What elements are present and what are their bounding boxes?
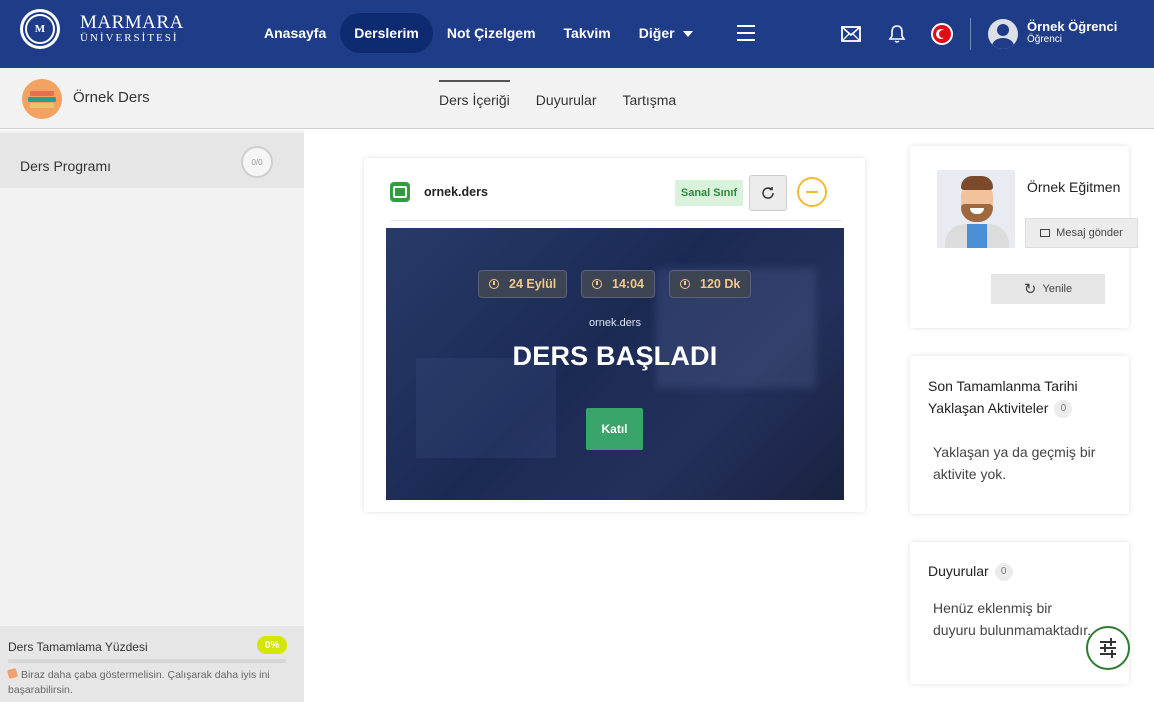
clock-icon <box>592 279 602 289</box>
session-date-chip: 24 Eylül <box>478 270 568 298</box>
completion-message: Biraz daha çaba göstermelisin. Çalışarak… <box>6 667 293 698</box>
refresh-icon: ↻ <box>1023 281 1037 298</box>
message-icon <box>1040 229 1051 237</box>
announcements-empty-line1: Henüz eklenmiş bir <box>933 600 1053 616</box>
main-nav: Anasayfa Derslerim Not Çizelgem Takvim D… <box>250 13 707 53</box>
activities-title: Son Tamamlanma Tarihi Yaklaşan Aktivitel… <box>928 375 1118 419</box>
refresh-button[interactable] <box>749 175 787 211</box>
university-logo[interactable]: M <box>20 9 60 49</box>
caret-down-icon <box>682 31 693 38</box>
completion-label: Ders Tamamlama Yüzdesi <box>8 640 148 654</box>
brand-subtitle: ÜNİVERSİTESİ <box>80 32 179 44</box>
collapse-button[interactable] <box>797 177 827 207</box>
send-message-button[interactable]: Mesaj gönder <box>1025 218 1138 248</box>
completion-percent-badge: 0% <box>257 636 287 654</box>
course-program-progress: 0/0 <box>241 146 273 178</box>
mail-icon[interactable] <box>839 22 863 46</box>
session-date: 24 Eylül <box>509 277 557 291</box>
bell-icon[interactable] <box>885 22 909 46</box>
menu-icon[interactable] <box>737 25 755 41</box>
renew-label: Yenile <box>1042 283 1073 295</box>
logo-emblem-icon: M <box>25 14 55 44</box>
session-subtitle: ornek.ders <box>589 317 641 329</box>
renew-button[interactable]: ↻ Yenile <box>991 274 1105 304</box>
announcements-title-text: Duyurular <box>928 563 989 579</box>
hand-icon <box>6 667 19 680</box>
tab-duyurular[interactable]: Duyurular <box>523 80 610 118</box>
user-avatar-icon[interactable] <box>988 19 1018 49</box>
card-divider <box>390 220 842 221</box>
settings-sliders-button[interactable] <box>1086 626 1130 670</box>
nav-diger-dropdown[interactable]: Diğer <box>625 13 707 53</box>
announcements-title: Duyurular 0 <box>928 563 1013 582</box>
course-program-label: Ders Programı <box>20 158 112 174</box>
activities-count: 0 <box>1054 400 1073 419</box>
course-title[interactable]: Örnek Ders <box>73 89 150 106</box>
navbar-divider <box>970 18 971 50</box>
clock-icon <box>680 279 690 289</box>
refresh-icon <box>762 187 774 199</box>
join-button[interactable]: Katıl <box>586 408 643 450</box>
turkey-flag-icon[interactable] <box>931 23 953 45</box>
announcements-empty-text: Henüz eklenmiş bir duyuru bulunmamaktadır… <box>933 597 1093 641</box>
session-time: 14:04 <box>612 277 644 291</box>
session-type-badge: Sanal Sınıf <box>675 180 743 206</box>
nav-takvim[interactable]: Takvim <box>550 13 625 53</box>
session-status: DERS BAŞLADI <box>512 341 718 371</box>
brand-name: MARMARA <box>80 12 184 33</box>
nav-diger-label: Diğer <box>638 25 675 41</box>
left-sidebar <box>0 130 304 702</box>
session-time-chip: 14:04 <box>581 270 655 298</box>
user-role: Öğrenci <box>1027 34 1063 45</box>
clock-icon <box>489 279 499 289</box>
top-navbar: M MARMARA ÜNİVERSİTESİ Anasayfa Dersleri… <box>0 0 1154 68</box>
virtual-class-icon <box>390 182 410 202</box>
tab-ders-icerigi[interactable]: Ders İçeriği <box>426 80 523 118</box>
course-tabs: Ders İçeriği Duyurular Tartışma <box>426 80 689 118</box>
session-duration-chip: 120 Dk <box>669 270 752 298</box>
brand-wordmark[interactable]: MARMARA ÜNİVERSİTESİ <box>80 12 184 44</box>
nav-anasayfa[interactable]: Anasayfa <box>250 13 340 53</box>
announcements-empty-line2: duyuru bulunmamaktadır. <box>933 622 1091 638</box>
send-message-label: Mesaj gönder <box>1056 227 1123 239</box>
teacher-avatar <box>937 170 1015 248</box>
session-title: ornek.ders <box>424 185 488 199</box>
nav-not-cizelgem[interactable]: Not Çizelgem <box>433 13 550 53</box>
user-menu[interactable]: Örnek Öğrenci Öğrenci <box>1027 19 1117 45</box>
completion-message-text: Biraz daha çaba göstermelisin. Çalışarak… <box>8 669 270 696</box>
user-name: Örnek Öğrenci <box>1027 19 1118 34</box>
session-duration: 120 Dk <box>700 277 741 291</box>
tab-tartisma[interactable]: Tartışma <box>610 80 690 118</box>
teacher-name: Örnek Eğitmen <box>1027 179 1121 195</box>
announcements-count: 0 <box>994 563 1013 582</box>
activities-empty-text: Yaklaşan ya da geçmiş bir aktivite yok. <box>933 444 1096 482</box>
nav-derslerim[interactable]: Derslerim <box>340 13 433 53</box>
completion-progress-bar <box>8 659 286 663</box>
course-books-icon <box>22 79 62 119</box>
